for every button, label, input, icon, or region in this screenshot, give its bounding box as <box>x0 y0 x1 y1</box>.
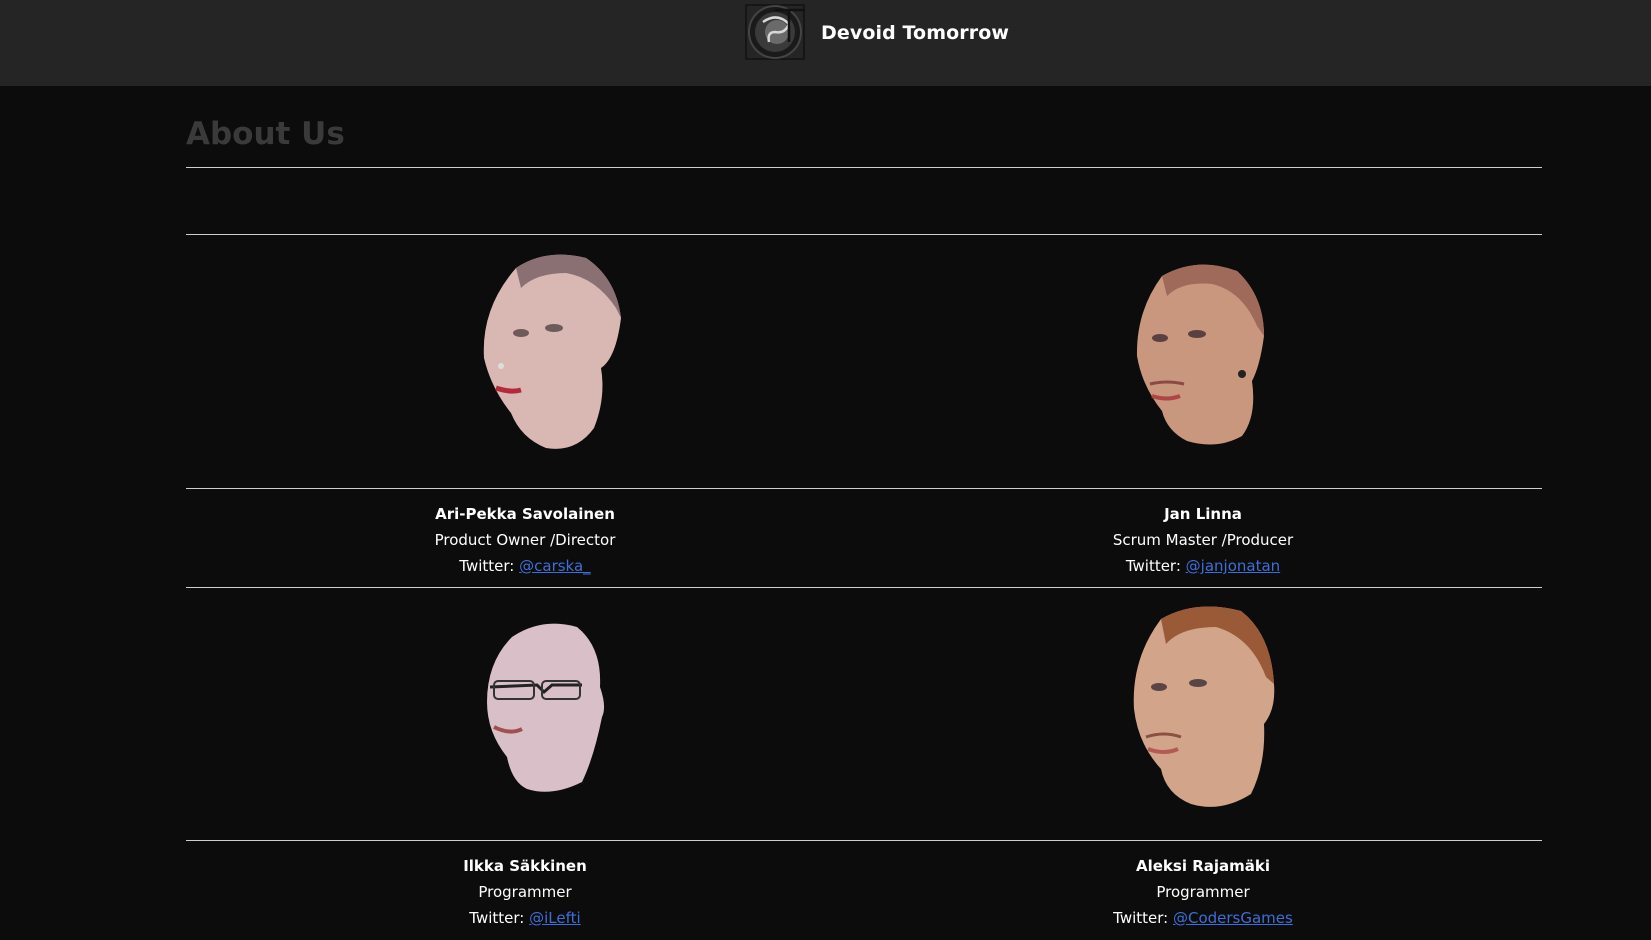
member-portrait-image <box>487 623 605 792</box>
member-info: Ari-Pekka Savolainen Product Owner /Dire… <box>186 488 864 588</box>
twitter-label: Twitter: <box>1113 909 1173 927</box>
member-info: Aleksi Rajamäki Programmer Twitter: @Cod… <box>864 840 1542 940</box>
member-twitter: Twitter: @iLefti <box>186 911 864 926</box>
title-divider <box>186 167 1542 168</box>
twitter-handle-link[interactable]: @iLefti <box>529 909 581 927</box>
member-card <box>186 587 864 847</box>
member-name: Ilkka Säkkinen <box>463 857 587 875</box>
member-twitter: Twitter: @CodersGames <box>864 911 1542 926</box>
member-role: Product Owner /Director <box>434 531 616 549</box>
member-info: Jan Linna Scrum Master /Producer Twitter… <box>864 488 1542 588</box>
brand-link[interactable]: Devoid Tomorrow <box>745 2 1009 60</box>
member-info: Ilkka Säkkinen Programmer Twitter: @iLef… <box>186 840 864 940</box>
member-role: Programmer <box>1156 883 1250 901</box>
devoid-tomorrow-logo-icon <box>745 4 805 60</box>
twitter-handle-link[interactable]: @CodersGames <box>1173 909 1293 927</box>
member-portrait-image <box>1136 264 1264 445</box>
twitter-handle-link[interactable]: @carska_ <box>519 557 591 575</box>
member-twitter: Twitter: @carska_ <box>186 559 864 574</box>
member-twitter: Twitter: @janjonatan <box>864 559 1542 574</box>
twitter-label: Twitter: <box>469 909 530 927</box>
top-navbar: Devoid Tomorrow <box>0 0 1651 86</box>
member-name: Aleksi Rajamäki <box>1136 857 1270 875</box>
page-title: About Us <box>186 116 345 152</box>
member-role: Programmer <box>478 883 572 901</box>
member-name: Ari-Pekka Savolainen <box>435 505 615 523</box>
twitter-label: Twitter: <box>459 557 520 575</box>
member-portrait-image <box>1133 606 1275 807</box>
member-portrait-image <box>483 254 621 449</box>
member-card <box>864 587 1542 847</box>
twitter-handle-link[interactable]: @janjonatan <box>1186 557 1281 575</box>
twitter-label: Twitter: <box>1125 557 1186 575</box>
member-role: Scrum Master /Producer <box>1112 531 1294 549</box>
member-name: Jan Linna <box>1164 505 1242 523</box>
brand-name: Devoid Tomorrow <box>821 21 1010 44</box>
